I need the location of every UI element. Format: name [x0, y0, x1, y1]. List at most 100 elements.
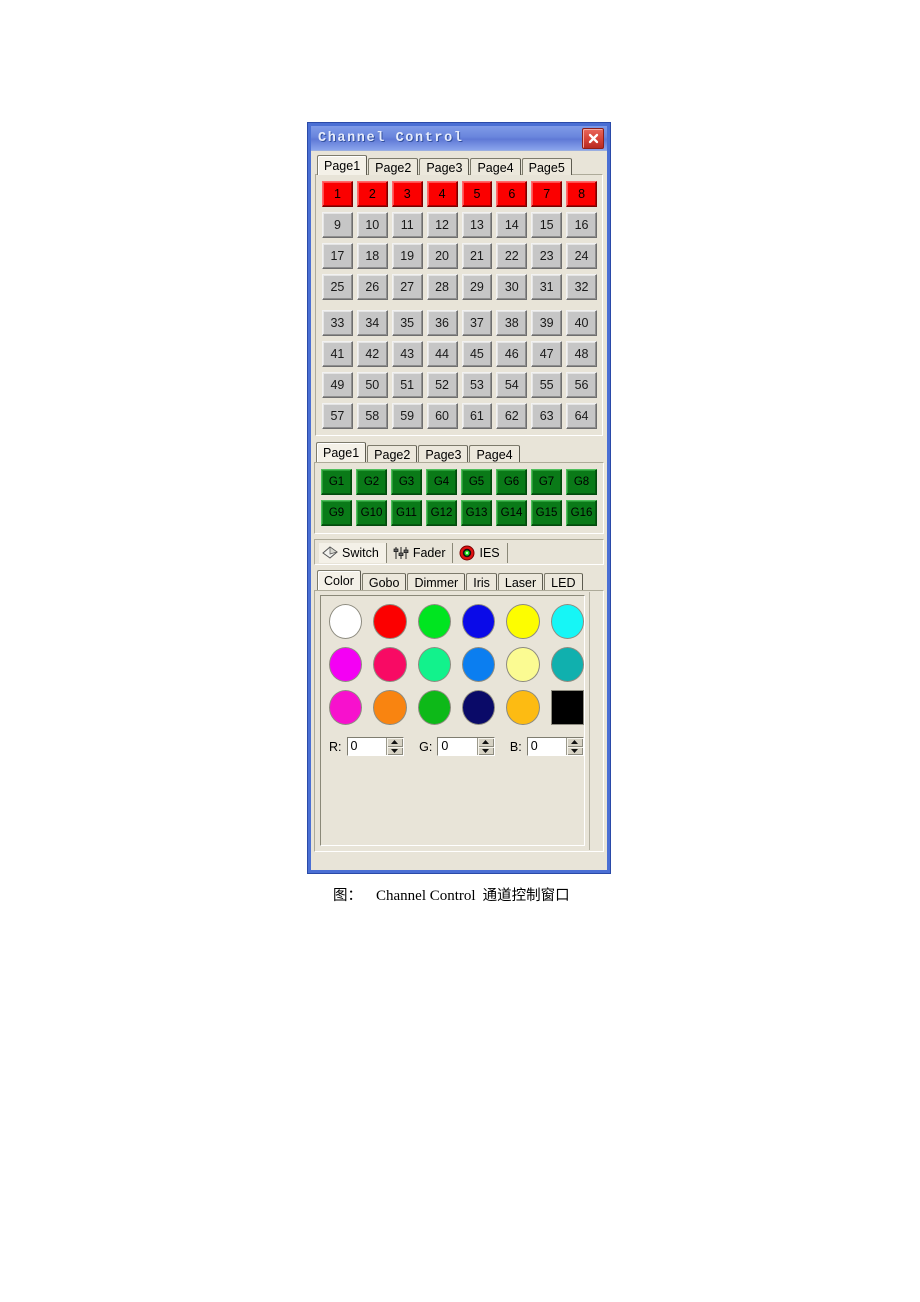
channel-button-46[interactable]: 46 — [496, 341, 528, 367]
mode-button-ies[interactable]: IES — [456, 543, 508, 563]
color-swatch-orange[interactable] — [373, 690, 407, 725]
channel-button-54[interactable]: 54 — [496, 372, 528, 398]
channel-button-21[interactable]: 21 — [461, 243, 493, 269]
channel-button-2[interactable]: 2 — [356, 181, 388, 207]
group-button-g3[interactable]: G3 — [391, 469, 422, 495]
channel-button-42[interactable]: 42 — [356, 341, 388, 367]
tab-channel-page-page2[interactable]: Page2 — [368, 158, 419, 175]
channel-button-26[interactable]: 26 — [356, 274, 388, 300]
group-button-g5[interactable]: G5 — [461, 469, 492, 495]
color-swatch-dodger-blue[interactable] — [461, 647, 496, 682]
channel-button-23[interactable]: 23 — [531, 243, 563, 269]
color-swatch-black[interactable] — [550, 690, 584, 725]
channel-button-8[interactable]: 8 — [566, 181, 597, 207]
channel-button-17[interactable]: 17 — [322, 243, 353, 269]
group-button-g4[interactable]: G4 — [426, 469, 457, 495]
channel-button-19[interactable]: 19 — [391, 243, 423, 269]
channel-button-27[interactable]: 27 — [391, 274, 423, 300]
channel-button-28[interactable]: 28 — [426, 274, 458, 300]
tab-attribute-laser[interactable]: Laser — [497, 573, 544, 590]
channel-button-3[interactable]: 3 — [391, 181, 423, 207]
channel-button-48[interactable]: 48 — [566, 341, 597, 367]
channel-button-56[interactable]: 56 — [566, 372, 597, 398]
channel-button-6[interactable]: 6 — [496, 181, 528, 207]
tab-channel-page-page3[interactable]: Page3 — [419, 158, 470, 175]
channel-button-38[interactable]: 38 — [496, 310, 528, 336]
channel-button-14[interactable]: 14 — [496, 212, 528, 238]
color-swatch-amber[interactable] — [506, 690, 540, 725]
group-button-g2[interactable]: G2 — [356, 469, 387, 495]
channel-button-64[interactable]: 64 — [566, 403, 597, 429]
color-swatch-red[interactable] — [373, 604, 407, 639]
channel-button-25[interactable]: 25 — [322, 274, 353, 300]
close-icon[interactable] — [582, 127, 604, 149]
channel-button-52[interactable]: 52 — [426, 372, 458, 398]
channel-button-29[interactable]: 29 — [461, 274, 493, 300]
group-button-g16[interactable]: G16 — [566, 500, 597, 526]
channel-button-39[interactable]: 39 — [531, 310, 563, 336]
group-button-g12[interactable]: G12 — [426, 500, 457, 526]
rgb-stepper-g[interactable]: 0 — [437, 737, 495, 756]
color-swatch-green[interactable] — [417, 604, 451, 639]
spinner-down-icon[interactable] — [477, 746, 494, 755]
group-button-g15[interactable]: G15 — [531, 500, 562, 526]
tab-attribute-color[interactable]: Color — [317, 570, 361, 590]
channel-button-35[interactable]: 35 — [391, 310, 423, 336]
spinner-up-icon[interactable] — [566, 738, 583, 747]
channel-button-5[interactable]: 5 — [461, 181, 493, 207]
channel-button-60[interactable]: 60 — [426, 403, 458, 429]
group-button-g9[interactable]: G9 — [321, 500, 352, 526]
color-swatch-white[interactable] — [329, 604, 363, 639]
color-swatch-hot-magenta[interactable] — [329, 690, 363, 725]
mode-button-switch[interactable]: Switch — [319, 543, 387, 563]
color-swatch-light-yellow[interactable] — [506, 647, 540, 682]
channel-button-59[interactable]: 59 — [391, 403, 423, 429]
group-button-g10[interactable]: G10 — [356, 500, 387, 526]
channel-button-47[interactable]: 47 — [531, 341, 563, 367]
group-button-g11[interactable]: G11 — [391, 500, 422, 526]
channel-button-1[interactable]: 1 — [322, 181, 353, 207]
channel-button-43[interactable]: 43 — [391, 341, 423, 367]
spinner-up-icon[interactable] — [386, 738, 403, 747]
tab-group-page-page3[interactable]: Page3 — [418, 445, 469, 462]
channel-button-41[interactable]: 41 — [322, 341, 353, 367]
channel-button-49[interactable]: 49 — [322, 372, 353, 398]
group-button-g1[interactable]: G1 — [321, 469, 352, 495]
channel-button-22[interactable]: 22 — [496, 243, 528, 269]
color-swatch-cyan[interactable] — [550, 604, 584, 639]
rgb-value[interactable]: 0 — [527, 738, 566, 755]
channel-button-18[interactable]: 18 — [356, 243, 388, 269]
channel-button-51[interactable]: 51 — [391, 372, 423, 398]
channel-button-12[interactable]: 12 — [426, 212, 458, 238]
group-button-g6[interactable]: G6 — [496, 469, 527, 495]
channel-button-45[interactable]: 45 — [461, 341, 493, 367]
tab-attribute-iris[interactable]: Iris — [466, 573, 497, 590]
group-button-g7[interactable]: G7 — [531, 469, 562, 495]
spinner-down-icon[interactable] — [386, 746, 403, 755]
spinner-down-icon[interactable] — [566, 746, 583, 755]
color-swatch-navy[interactable] — [461, 690, 496, 725]
channel-button-16[interactable]: 16 — [566, 212, 597, 238]
channel-button-31[interactable]: 31 — [531, 274, 563, 300]
channel-button-10[interactable]: 10 — [356, 212, 388, 238]
color-swatch-emerald[interactable] — [417, 690, 451, 725]
channel-button-61[interactable]: 61 — [461, 403, 493, 429]
channel-button-37[interactable]: 37 — [461, 310, 493, 336]
color-swatch-spring-green[interactable] — [417, 647, 451, 682]
channel-button-15[interactable]: 15 — [531, 212, 563, 238]
tab-group-page-page4[interactable]: Page4 — [469, 445, 520, 462]
channel-button-58[interactable]: 58 — [356, 403, 388, 429]
channel-button-57[interactable]: 57 — [322, 403, 353, 429]
rgb-value[interactable]: 0 — [347, 738, 386, 755]
color-swatch-yellow[interactable] — [506, 604, 540, 639]
channel-button-55[interactable]: 55 — [531, 372, 563, 398]
rgb-value[interactable]: 0 — [438, 738, 477, 755]
channel-button-50[interactable]: 50 — [356, 372, 388, 398]
mode-button-fader[interactable]: Fader — [390, 543, 454, 563]
channel-button-32[interactable]: 32 — [566, 274, 597, 300]
channel-button-13[interactable]: 13 — [461, 212, 493, 238]
tab-channel-page-page4[interactable]: Page4 — [470, 158, 521, 175]
color-swatch-magenta[interactable] — [329, 647, 363, 682]
channel-button-20[interactable]: 20 — [426, 243, 458, 269]
color-swatch-blue[interactable] — [461, 604, 496, 639]
